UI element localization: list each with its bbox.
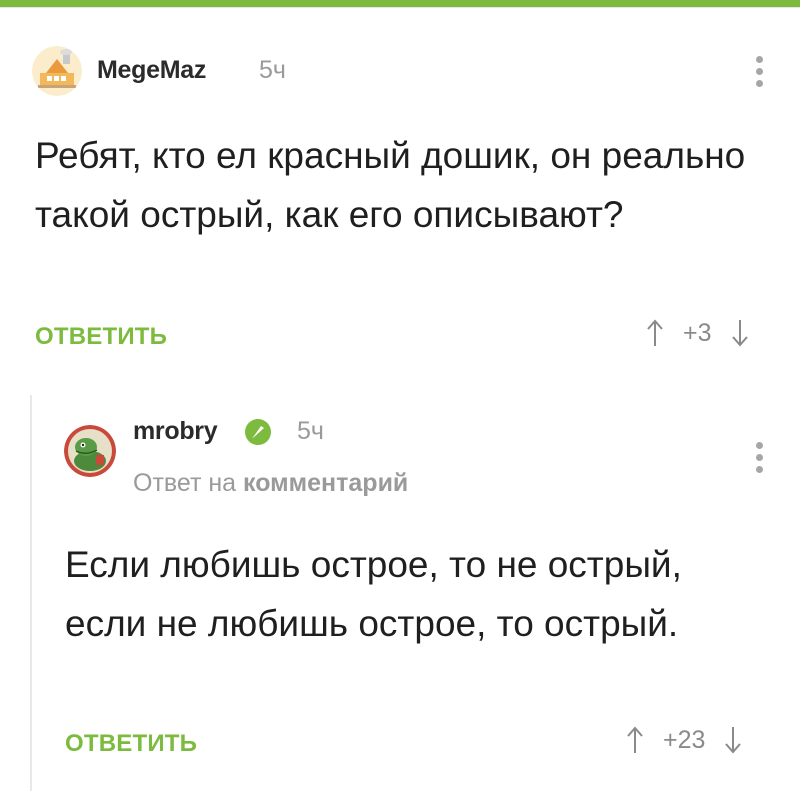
comment-rating: +3: [645, 318, 750, 348]
rating-score: +23: [663, 725, 706, 754]
comment-reply: mrobry 5ч Ответ на комментарий Если люби…: [0, 395, 800, 791]
more-options-icon[interactable]: [756, 442, 766, 473]
reply-button[interactable]: ОТВЕТИТЬ: [35, 323, 167, 351]
house-avatar-icon[interactable]: [32, 46, 82, 96]
top-divider: [0, 7, 800, 8]
comment-text: Ребят, кто ел красный дошик, он реально …: [35, 135, 746, 235]
reply-to-link[interactable]: комментарий: [243, 469, 408, 497]
reply-to-line: Ответ на комментарий: [133, 469, 408, 498]
reply-to-prefix: Ответ на: [133, 469, 237, 497]
comment-author[interactable]: MegeMaz: [97, 56, 206, 85]
comment-text: Если любишь острое, то не острый, если н…: [65, 544, 682, 644]
arrow-up-icon[interactable]: [645, 318, 665, 348]
comment-time: 5ч: [297, 417, 324, 445]
reply-button[interactable]: ОТВЕТИТЬ: [65, 730, 197, 758]
comment-time: 5ч: [259, 56, 286, 84]
verified-check-icon: [245, 419, 271, 445]
arrow-down-icon[interactable]: [723, 725, 743, 755]
dinosaur-avatar-icon[interactable]: [64, 425, 116, 477]
comment-rating: +23: [625, 725, 743, 755]
rating-score: +3: [683, 318, 712, 347]
arrow-down-icon[interactable]: [730, 318, 750, 348]
arrow-up-icon[interactable]: [625, 725, 645, 755]
more-options-icon[interactable]: [756, 56, 766, 87]
comment: MegeMaz 5ч Ребят, кто ел красный дошик, …: [0, 38, 800, 358]
top-accent-bar: [0, 0, 800, 7]
comment-author[interactable]: mrobry: [133, 417, 218, 446]
